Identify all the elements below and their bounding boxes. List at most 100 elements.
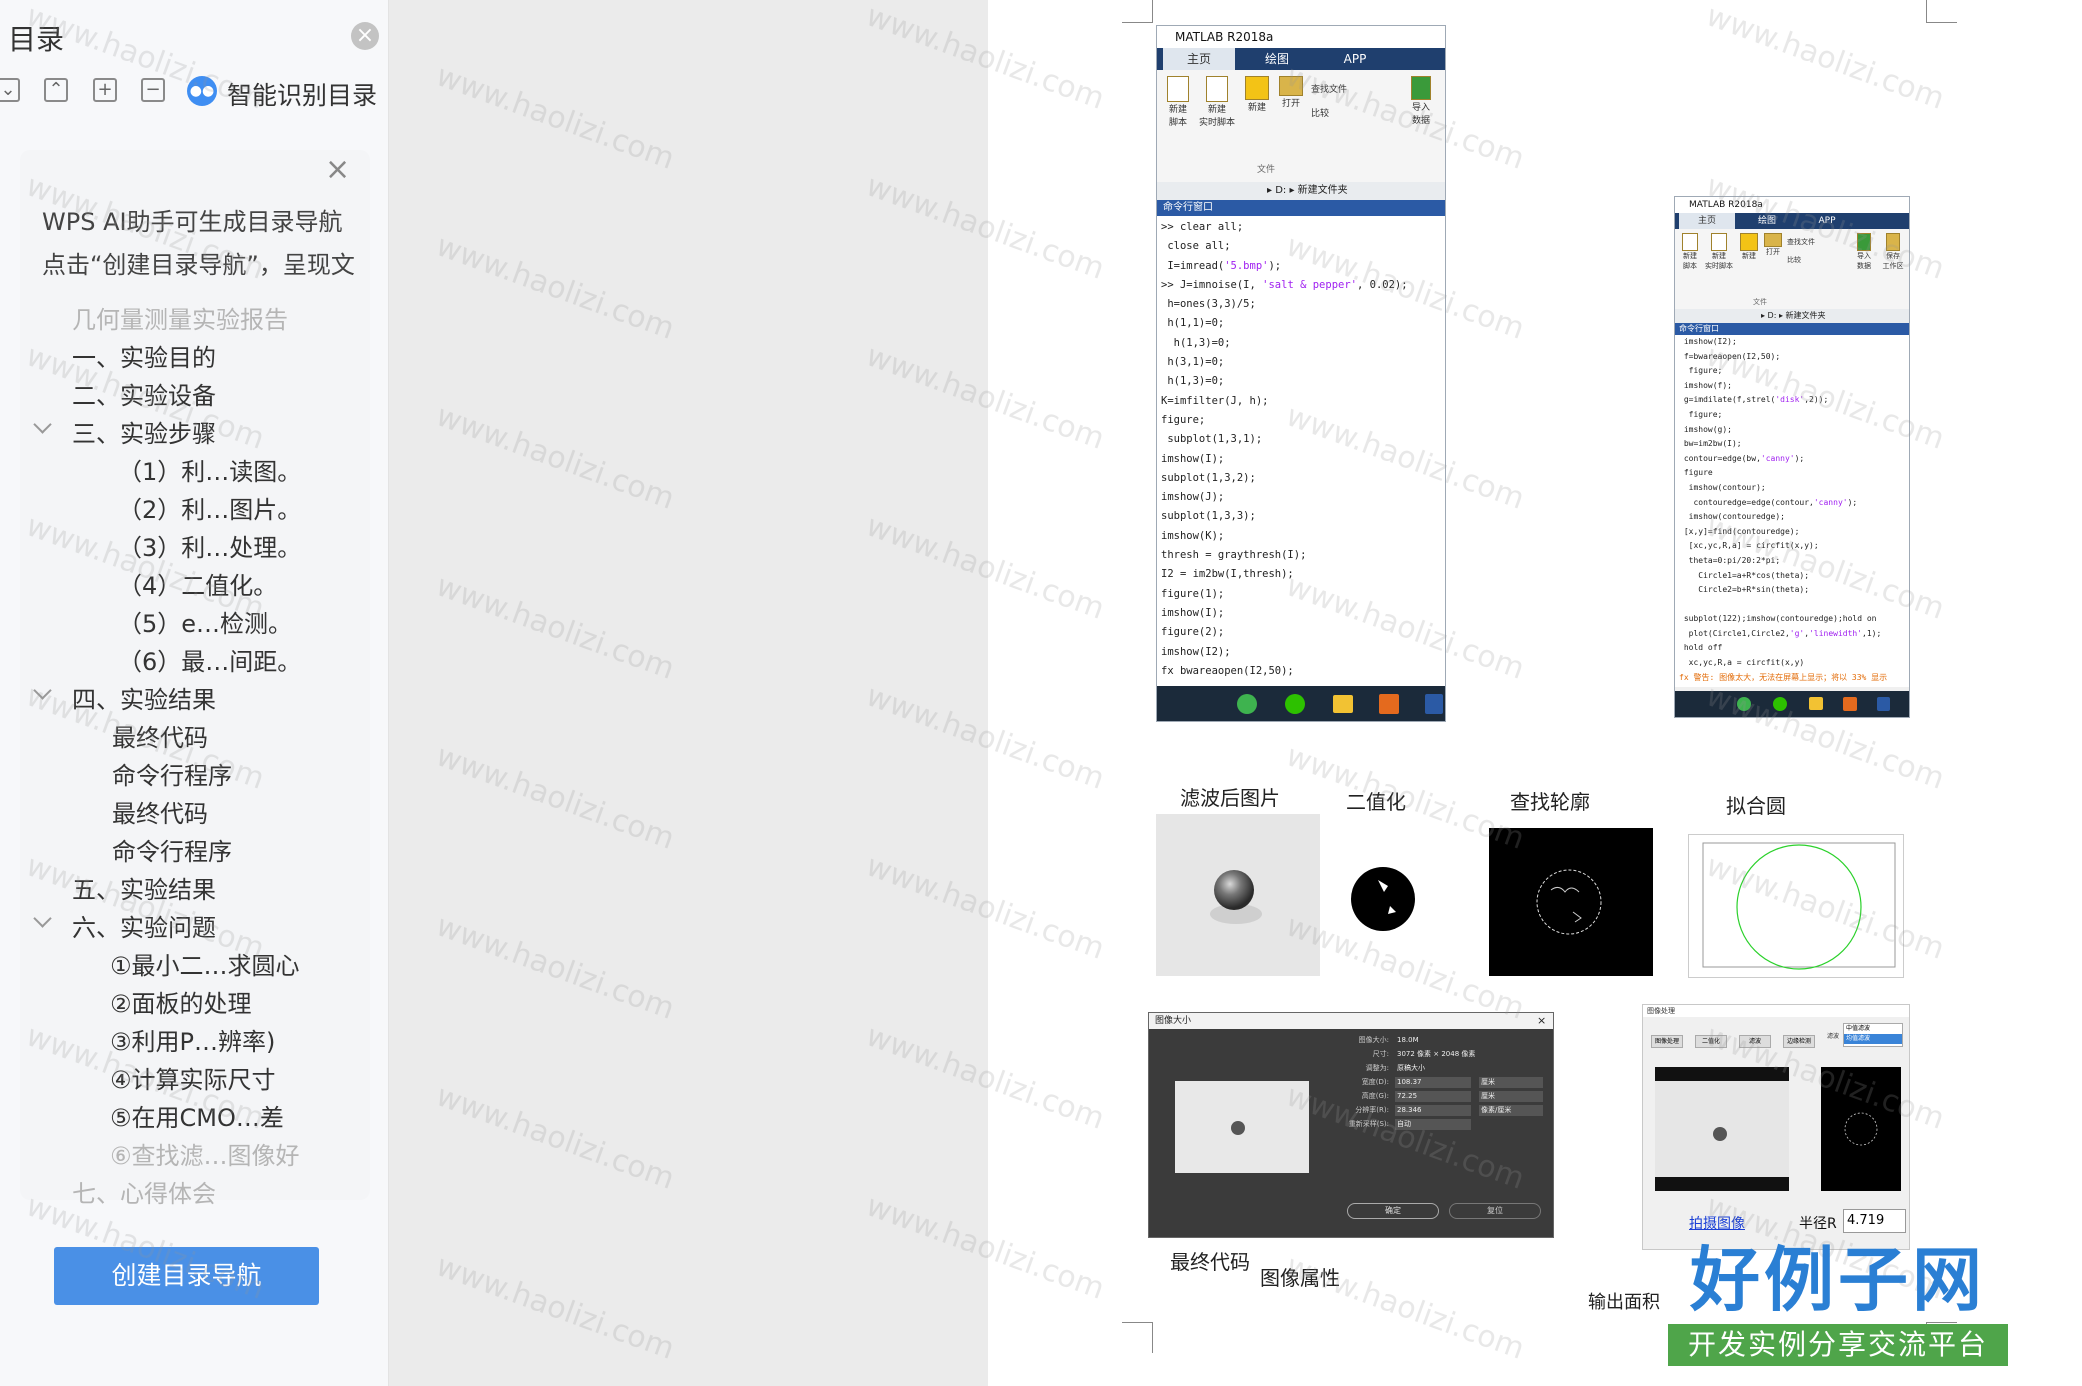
close-icon[interactable]: × [351, 22, 379, 50]
app-radius-value: 4.719 [1843, 1209, 1906, 1233]
code-line: fx bwareaopen(I2,50); [1161, 664, 1294, 677]
chevron-up-icon[interactable]: ⌃ [44, 78, 68, 102]
document-page[interactable]: MATLAB R2018a 主页 绘图 APP 新建 脚本 新建 实时脚本 新建… [988, 0, 2082, 1386]
ai-tip-line1: WPS AI助手可生成目录导航 [42, 208, 343, 236]
toc-item[interactable]: 二、实验设备 [72, 376, 216, 411]
ribbon-new: 新建 [1241, 76, 1273, 113]
command-window: >> clear all; close all; I=imread('5.bmp… [1157, 216, 1445, 690]
toc-item[interactable]: 最终代码 [112, 718, 208, 753]
ribbon-find-files: 查找文件 [1787, 238, 1815, 246]
browser-icon [1237, 694, 1257, 714]
dialog-field-unit: 厘米 [1479, 1091, 1543, 1102]
toc-item[interactable]: 命令行程序 [112, 756, 232, 791]
dialog-title: 图像大小 [1149, 1013, 1553, 1029]
dialog-field-unit: 厘米 [1479, 1077, 1543, 1088]
dialog-field-value: 108.37 [1395, 1077, 1471, 1088]
code-line: imshow(g); [1679, 424, 1732, 434]
code-line: contouredge=edge(contour,'canny'); [1679, 497, 1858, 507]
code-line: [x,y]=find(contouredge); [1679, 526, 1800, 536]
create-toc-nav-button[interactable]: 创建目录导航 [54, 1247, 319, 1305]
ai-assistant-icon[interactable]: ●● [187, 76, 217, 106]
logo-sub-text: 开发实例分享交流平台 [1668, 1324, 2008, 1366]
ribbon-compare: 比较 [1311, 109, 1330, 119]
code-line: figure(2); [1161, 626, 1225, 639]
toc-item[interactable]: （4）二值化。 [118, 566, 277, 601]
tab-apps: APP [1343, 52, 1367, 66]
ribbon-new-script: 新建 脚本 [1161, 76, 1195, 128]
app-btn-binarize: 二值化 [1695, 1035, 1727, 1048]
matlab-title: MATLAB R2018a [1157, 26, 1445, 48]
toc-item[interactable]: 最终代码 [112, 794, 208, 829]
dialog-field-value: 28.346 [1395, 1105, 1471, 1116]
toc-item[interactable]: ③利用P…辨率) [110, 1022, 275, 1057]
app-btn-edge: 边缘检测 [1783, 1035, 1815, 1048]
code-block: imshow(I2); f=bwareaopen(I2,50); figure;… [1679, 335, 1905, 685]
code-line: figure [1679, 468, 1713, 478]
ribbon-new-live-script: 新建 实时脚本 [1703, 233, 1735, 271]
toc-item[interactable]: ⑤在用CMO…差 [110, 1098, 284, 1133]
add-level-icon[interactable]: + [93, 78, 117, 102]
ai-tip-close-icon[interactable]: × [325, 155, 350, 185]
code-line: K=imfilter(J, h); [1161, 394, 1269, 407]
app-capture-link: 拍摄图像 [1689, 1216, 1745, 1232]
app-btn-process: 图像处理 [1651, 1035, 1683, 1048]
ribbon-new-script: 新建 脚本 [1677, 233, 1703, 271]
smart-recognize-toc-button[interactable]: 智能识别目录 [227, 76, 377, 112]
code-line: h(1,3)=0; [1161, 336, 1231, 349]
code-line: theta=0:pi/20:2*pi; [1679, 555, 1781, 565]
caption-binary: 二值化 [1346, 790, 1406, 814]
word-icon [1425, 694, 1443, 714]
toc-item[interactable]: ⑥查找滤…图像好 [110, 1136, 300, 1171]
dialog-field-label: 重新采样(S): [1348, 1120, 1389, 1128]
toc-item[interactable]: 六、实验问题 [72, 908, 216, 943]
code-line: h(1,1)=0; [1161, 317, 1225, 330]
toc-item[interactable]: ④计算实际尺寸 [110, 1060, 276, 1095]
contour-image [1489, 828, 1653, 976]
wechat-icon [1773, 697, 1787, 711]
dialog-field-unit: 像素/厘米 [1479, 1105, 1543, 1116]
ribbon-import-data: 导入 数据 [1403, 76, 1439, 126]
app-title: 图像处理 [1643, 1005, 1909, 1017]
code-line: Circle2=b+R*sin(theta); [1679, 585, 1810, 595]
canvas-gap [417, 0, 987, 1386]
wechat-icon [1285, 694, 1305, 714]
code-line: >> clear all; [1161, 221, 1244, 233]
matlab-screenshot-2: MATLAB R2018a 主页 绘图 APP 新建 脚本 新建 实时脚本 新建… [1674, 196, 1910, 718]
code-line: h(3,1)=0; [1161, 356, 1225, 369]
windows-taskbar [1157, 686, 1445, 721]
toc-item[interactable]: ②面板的处理 [110, 984, 252, 1019]
ribbon-compare: 比较 [1787, 256, 1801, 264]
toc-item[interactable]: （1）利…读图。 [118, 452, 301, 487]
toc-item[interactable]: 一、实验目的 [72, 338, 216, 373]
contour-edges [1536, 869, 1602, 935]
code-line: h(1,3)=0; [1161, 375, 1225, 388]
toc-item[interactable]: （2）利…图片。 [118, 490, 301, 525]
dialog-preview [1175, 1081, 1309, 1173]
matlab-icon [1379, 694, 1399, 714]
code-line: bw=im2bw(I); [1679, 439, 1742, 449]
command-window: imshow(I2); f=bwareaopen(I2,50); figure;… [1675, 335, 1909, 687]
chevron-down-icon[interactable]: ⌄ [0, 78, 20, 102]
matlab-icon [1843, 697, 1857, 711]
dialog-field-label: 宽度(D): [1361, 1078, 1389, 1086]
toc-item[interactable]: （6）最…间距。 [118, 642, 301, 677]
toc-item[interactable]: 五、实验结果 [72, 870, 216, 905]
toc-item[interactable]: 命令行程序 [112, 832, 232, 867]
code-line: imshow(contouredge); [1679, 512, 1785, 522]
tab-home: 主页 [1679, 213, 1735, 229]
toc-item[interactable]: 几何量测量实验报告 [72, 300, 288, 335]
toc-item[interactable]: （3）利…处理。 [118, 528, 301, 563]
filtered-image [1156, 814, 1320, 976]
toc-item[interactable]: 三、实验步骤 [72, 414, 216, 449]
ribbon-new-live-script: 新建 实时脚本 [1197, 76, 1237, 128]
tab-apps: APP [1818, 216, 1836, 226]
binary-image [1348, 862, 1418, 932]
toc-item[interactable]: （5）e…检测。 [118, 604, 292, 639]
toc-item[interactable]: 七、心得体会 [72, 1174, 216, 1209]
code-line: figure; [1679, 409, 1723, 419]
toc-item[interactable]: 四、实验结果 [72, 680, 216, 715]
toc-item[interactable]: ①最小二…求圆心 [110, 946, 300, 981]
remove-level-icon[interactable]: − [141, 78, 165, 102]
ribbon-import-data: 导入 数据 [1851, 233, 1877, 271]
